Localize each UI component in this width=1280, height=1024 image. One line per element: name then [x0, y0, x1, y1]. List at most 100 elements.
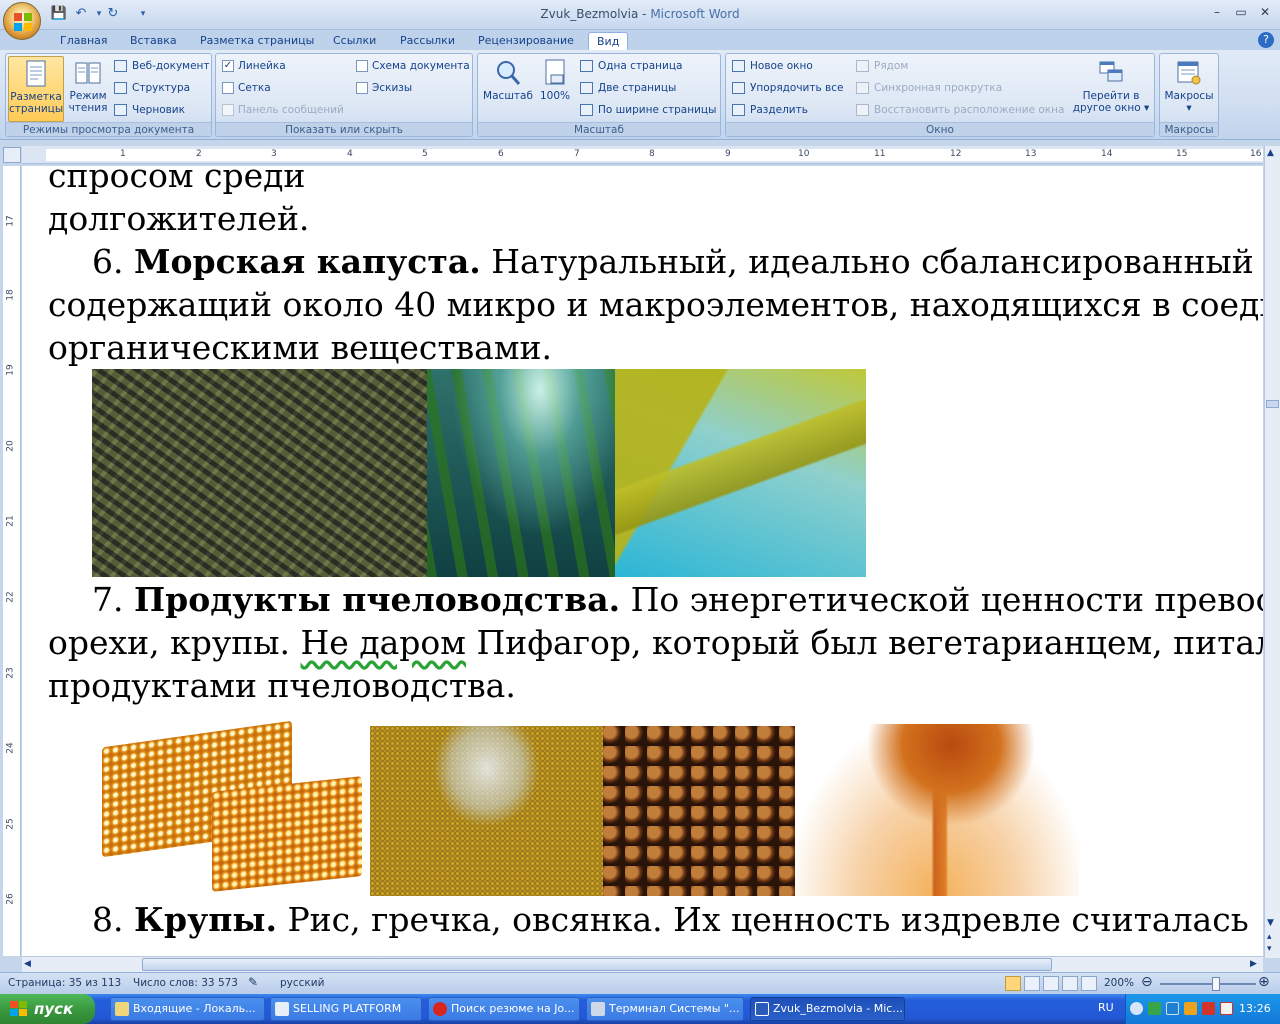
- close-button[interactable]: ✕: [1254, 3, 1276, 21]
- ruler-tick: 16: [1250, 149, 1262, 159]
- taskbar-item-selling-platform[interactable]: SELLING PLATFORM: [270, 997, 422, 1021]
- spelling-error-text[interactable]: Не даром: [301, 623, 466, 662]
- view-print-layout-icon[interactable]: [1005, 976, 1021, 991]
- tab-page-layout[interactable]: Разметка страницы: [192, 32, 322, 50]
- windows-flag-icon: [10, 1001, 28, 1017]
- vertical-ruler[interactable]: 17 18 19 20 21 22 23 24 25 26: [3, 166, 21, 956]
- new-window-label: Новое окно: [750, 60, 813, 72]
- tab-stop-selector[interactable]: [3, 147, 21, 163]
- next-page-icon[interactable]: ▾: [1267, 944, 1272, 954]
- tab-home[interactable]: Главная: [52, 32, 116, 50]
- tab-mailings[interactable]: Рассылки: [392, 32, 463, 50]
- switch-windows-icon: [1099, 61, 1123, 82]
- zoom-in-icon[interactable]: ⊕: [1258, 974, 1270, 990]
- item-title: Продукты пчеловодства.: [134, 580, 621, 619]
- tab-review[interactable]: Рецензирование: [470, 32, 582, 50]
- ruler-tick: 10: [798, 149, 810, 159]
- horizontal-scrollbar[interactable]: ◀ ▶: [22, 956, 1263, 972]
- zoom-100-button[interactable]: 100%: [538, 56, 572, 122]
- scroll-right-icon[interactable]: ▶: [1250, 959, 1257, 969]
- view-web-icon[interactable]: [1043, 976, 1059, 991]
- message-bar-checkbox-box: [222, 104, 234, 116]
- view-draft-icon[interactable]: [1081, 976, 1097, 991]
- task-label: SELLING PLATFORM: [293, 1002, 402, 1015]
- minimize-button[interactable]: –: [1206, 3, 1228, 21]
- outline-button[interactable]: Структура: [112, 79, 190, 97]
- new-window-button[interactable]: Новое окно: [730, 57, 813, 75]
- ruler-tick: 9: [725, 149, 731, 159]
- item-title: Крупы.: [134, 900, 277, 939]
- tray-network-icon[interactable]: [1148, 1002, 1161, 1015]
- taskbar-item-opera[interactable]: Поиск резюме на Jo...: [428, 997, 580, 1021]
- tray-app-icon[interactable]: [1184, 1002, 1197, 1015]
- restore-button[interactable]: ▭: [1230, 3, 1252, 21]
- page-width-button[interactable]: По ширине страницы: [578, 101, 716, 119]
- word-count[interactable]: Число слов: 33 573: [133, 977, 238, 989]
- tray-antivirus-icon[interactable]: [1166, 1002, 1179, 1015]
- web-layout-label: Веб-документ: [132, 60, 210, 72]
- page-count[interactable]: Страница: 35 из 113: [8, 977, 121, 989]
- vertical-scrollbar[interactable]: ▲ ▼ ▴ ▾: [1264, 146, 1280, 958]
- taskbar-item-terminal[interactable]: Терминал Системы "...: [586, 997, 744, 1021]
- macros-label: Макросы ▾: [1164, 90, 1214, 114]
- two-pages-button[interactable]: Две страницы: [578, 79, 676, 97]
- document-map-checkbox[interactable]: Схема документа: [354, 57, 470, 75]
- taskbar-item-word[interactable]: Zvuk_Bezmolvia - Mic...: [750, 997, 905, 1021]
- thumbnails-checkbox[interactable]: Эскизы: [354, 79, 412, 97]
- horizontal-ruler[interactable]: 1 2 3 4 5 6 7 8 9 10 11 12 13 14 15 16: [22, 146, 1263, 164]
- zoom-100-label: 100%: [539, 90, 571, 102]
- view-outline-icon[interactable]: [1062, 976, 1078, 991]
- zoom-button[interactable]: Масштаб: [480, 56, 536, 122]
- one-page-button[interactable]: Одна страница: [578, 57, 682, 75]
- honeycomb-block: [212, 776, 362, 892]
- ruler-checkbox[interactable]: ✓ Линейка: [220, 57, 286, 75]
- arrange-all-button[interactable]: Упорядочить все: [730, 79, 843, 97]
- draft-button[interactable]: Черновик: [112, 101, 185, 119]
- print-layout-button[interactable]: Разметка страницы: [8, 56, 64, 122]
- taskbar-item-outlook[interactable]: Входящие - Локаль...: [110, 997, 265, 1021]
- web-layout-button[interactable]: Веб-документ: [112, 57, 210, 75]
- split-button[interactable]: Разделить: [730, 101, 808, 119]
- scroll-up-icon[interactable]: ▲: [1267, 148, 1274, 158]
- group-label-macros: Макросы: [1160, 122, 1218, 136]
- mail-icon: [115, 1002, 129, 1016]
- tab-insert[interactable]: Вставка: [122, 32, 185, 50]
- document-page[interactable]: спросом среди долгожителей. 6. Морская к…: [22, 166, 1263, 956]
- clock[interactable]: 13:26: [1239, 1002, 1271, 1015]
- list-number: 8.: [92, 900, 124, 939]
- ruler-tick: 12: [950, 149, 962, 159]
- tab-view[interactable]: Вид: [588, 32, 629, 50]
- help-icon[interactable]: ?: [1258, 32, 1274, 48]
- ruler-tick: 11: [874, 149, 886, 159]
- list-number: 6.: [92, 242, 124, 281]
- paragraph-bee-products: 7. Продукты пчеловодства. По энергетичес…: [92, 578, 1263, 621]
- tray-app-icon[interactable]: [1202, 1002, 1215, 1015]
- switch-windows-button[interactable]: Перейти в другое окно ▾: [1070, 56, 1152, 122]
- ruler-tick: 3: [271, 149, 277, 159]
- input-language[interactable]: RU: [1098, 1001, 1114, 1014]
- grid-checkbox[interactable]: Сетка: [220, 79, 271, 97]
- switch-windows-label: Перейти в другое окно ▾: [1072, 90, 1150, 114]
- office-button[interactable]: [3, 2, 41, 40]
- tray-app-icon[interactable]: [1220, 1002, 1233, 1015]
- language-indicator[interactable]: русский: [280, 977, 324, 989]
- previous-page-icon[interactable]: ▴: [1267, 932, 1272, 942]
- proofing-icon[interactable]: ✎: [248, 975, 258, 989]
- zoom-slider-thumb[interactable]: [1212, 977, 1220, 991]
- macros-button[interactable]: Макросы ▾: [1162, 56, 1216, 122]
- item-title: Морская капуста.: [134, 242, 481, 281]
- start-button[interactable]: пуск: [0, 994, 95, 1024]
- zoom-level[interactable]: 200%: [1104, 977, 1134, 989]
- zoom-label: Масштаб: [483, 90, 533, 102]
- tab-references[interactable]: Ссылки: [325, 32, 384, 50]
- office-logo-icon: [14, 13, 32, 31]
- scroll-down-icon[interactable]: ▼: [1267, 918, 1274, 928]
- full-screen-reading-button[interactable]: Режим чтения: [66, 56, 110, 122]
- view-reading-icon[interactable]: [1024, 976, 1040, 991]
- tray-chevron-icon[interactable]: [1130, 1002, 1143, 1015]
- vertical-scroll-thumb[interactable]: [1266, 400, 1279, 408]
- scroll-left-icon[interactable]: ◀: [24, 959, 31, 969]
- zoom-out-icon[interactable]: ⊖: [1141, 974, 1153, 990]
- horizontal-scroll-thumb[interactable]: [142, 958, 1052, 971]
- zoom-slider[interactable]: [1160, 983, 1256, 985]
